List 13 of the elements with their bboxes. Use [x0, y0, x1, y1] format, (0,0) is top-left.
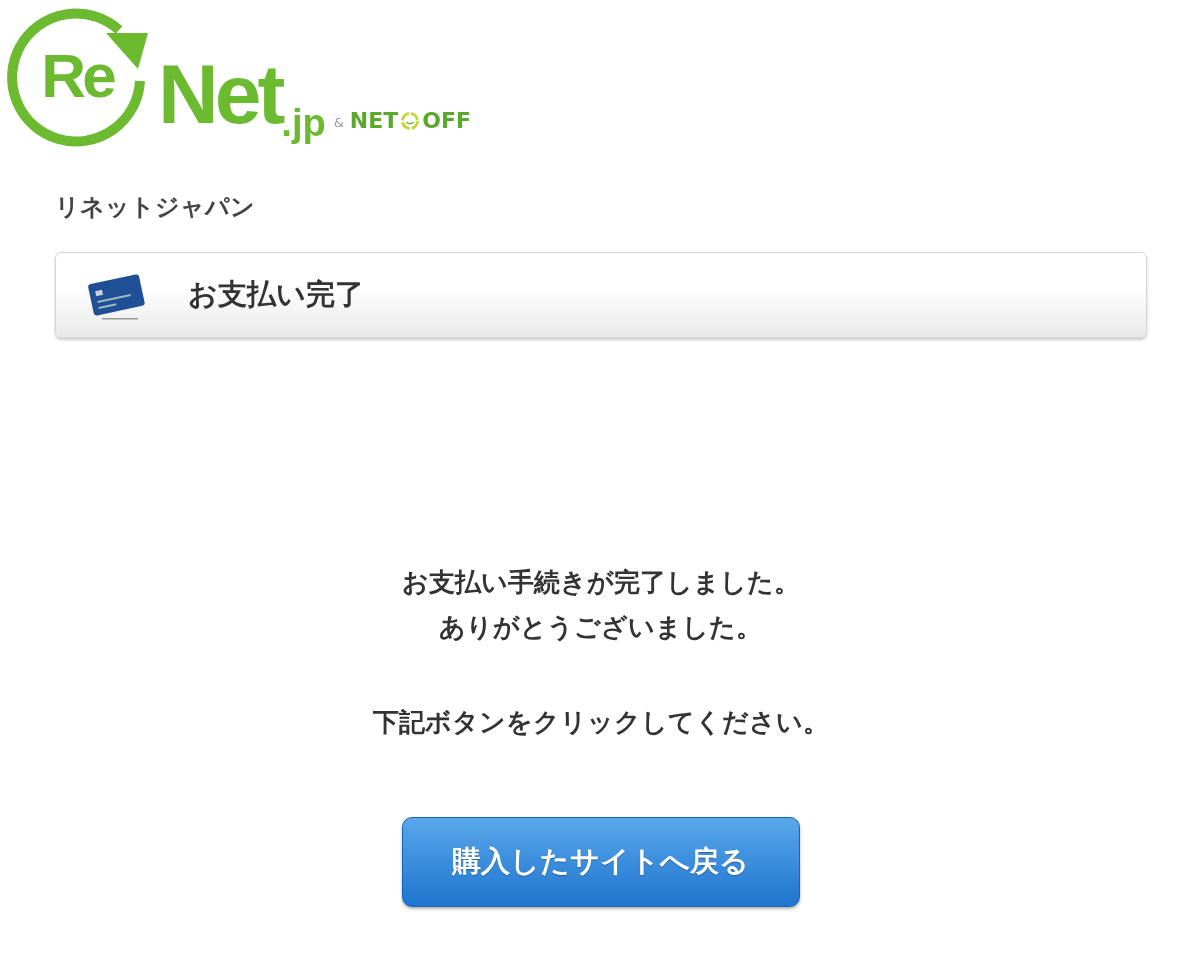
logo-suffix: .jp — [281, 104, 326, 142]
logo-name: Net — [158, 52, 282, 136]
partner-logo-text: OFF — [422, 110, 472, 132]
logo-mark: Re — [41, 40, 113, 111]
message-text: 下記ボタンをクリックしてください。 — [372, 706, 829, 739]
header-title: お支払い完了 — [188, 276, 364, 313]
message-text: ありがとうございました。 — [439, 611, 762, 644]
company-name: リネットジャパン — [55, 192, 256, 223]
partner-logo-text: NET — [349, 110, 399, 132]
smile-icon — [400, 111, 421, 131]
logo-ampersand: & — [333, 115, 344, 130]
return-button[interactable]: 購入したサイトへ戻る — [401, 817, 800, 907]
message-text: お支払い手続きが完了しました。 — [401, 566, 800, 599]
